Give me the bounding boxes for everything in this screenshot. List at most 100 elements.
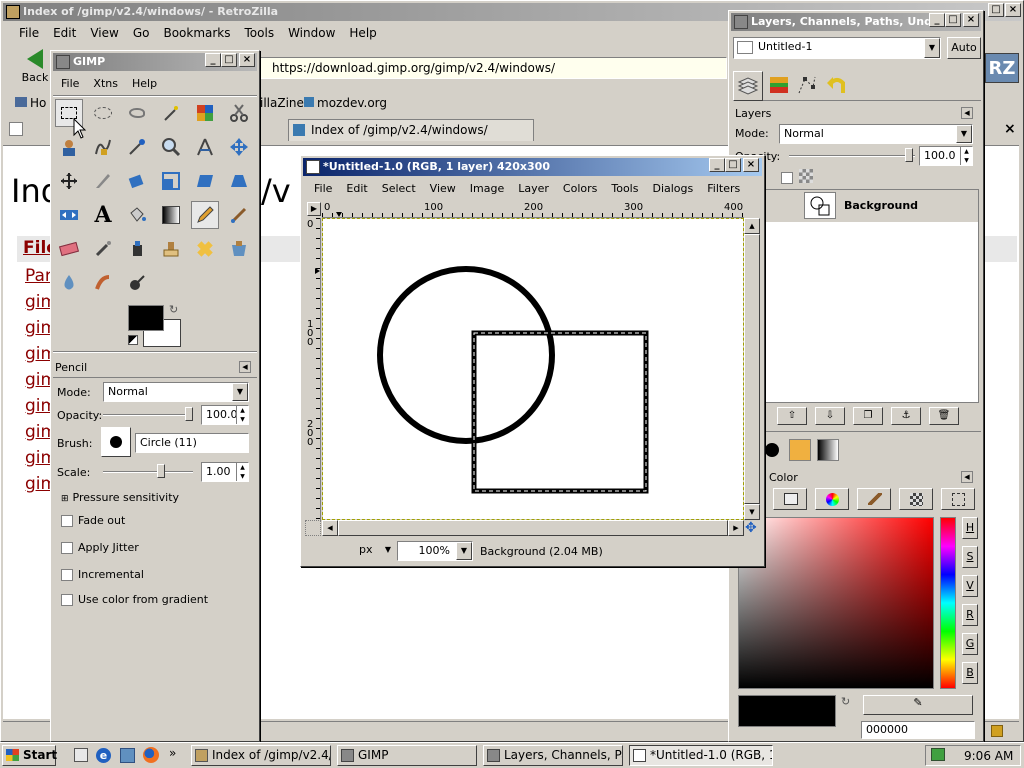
toolbox-minimize-button[interactable]: _ [205,53,221,67]
airbrush-tool[interactable] [89,235,117,263]
crop-tool[interactable] [89,167,117,195]
brush-tab-icon[interactable] [765,443,779,457]
link-parent[interactable]: Par [25,266,52,286]
toolbox-menu-help[interactable]: Help [132,77,157,90]
pencil-tool[interactable] [191,201,219,229]
smudge-tool[interactable] [89,269,117,297]
gradient-tab-icon[interactable] [817,439,839,461]
color-picker-tool[interactable] [123,133,151,161]
url-bar[interactable]: https://download.gimp.org/gimp/v2.4/wind… [255,57,727,79]
paintbrush-tool[interactable] [225,201,253,229]
scale-tool[interactable] [157,167,185,195]
channel-b-button[interactable]: B [962,662,978,684]
perspective-tool[interactable] [225,167,253,195]
move-tool[interactable] [225,133,253,161]
browser-menu-help[interactable]: Help [349,26,376,40]
layer-mode-select[interactable]: Normal ▼ [779,124,973,144]
layer-row-background[interactable]: Background [734,190,978,222]
free-select-tool[interactable] [123,99,151,127]
browser-menu-window[interactable]: Window [288,26,335,40]
heal-tool[interactable] [191,235,219,263]
toolbox-maximize-button[interactable]: □ [221,53,237,67]
tab-layers[interactable] [733,71,763,101]
scissors-tool[interactable] [225,99,253,127]
task-layers[interactable]: Layers, Channels, Pat... [483,745,623,766]
new-tab-icon[interactable] [9,122,23,136]
incremental-checkbox[interactable] [61,569,73,581]
hex-color-field[interactable]: 000000 [861,721,975,739]
tool-options-menu-button[interactable]: ◀ [239,361,251,373]
image-menu-file[interactable]: File [314,182,332,195]
image-maximize-button[interactable]: □ [725,158,741,172]
color-menu-button[interactable]: ◀ [961,471,973,483]
color-wheel-button[interactable] [815,488,849,510]
image-menu-filters[interactable]: Filters [707,182,740,195]
layers-close-button[interactable]: × [963,13,979,27]
layers-menu-button[interactable]: ◀ [961,107,973,119]
browser-menu-edit[interactable]: Edit [53,26,76,40]
measure-tool[interactable] [191,133,219,161]
opacity-spinbox[interactable]: 100.0 ▲ ▼ [201,405,249,425]
zoom-combo[interactable]: 100% ▼ [397,541,473,561]
toolbox-menu-file[interactable]: File [61,77,79,90]
cmyk-button[interactable] [941,488,975,510]
zoom-tool[interactable] [157,133,185,161]
layers-minimize-button[interactable]: _ [929,13,945,27]
flip-tool[interactable] [55,201,83,229]
anchor-layer-button[interactable]: ⚓ [891,407,921,425]
color-picker-button[interactable]: ✎ [863,695,973,715]
image-minimize-button[interactable]: _ [709,158,725,172]
palette-button[interactable] [899,488,933,510]
layers-maximize-button[interactable]: □ [945,13,961,27]
tab-undo-history[interactable] [823,71,853,101]
channel-s-button[interactable]: S [962,546,978,568]
mode-select[interactable]: Normal ▼ [103,382,249,402]
task-gimp[interactable]: GIMP [337,745,477,766]
browser-menu-bookmarks[interactable]: Bookmarks [163,26,230,40]
color-from-gradient-checkbox[interactable] [61,594,73,606]
browser-menu-view[interactable]: View [90,26,118,40]
raise-layer-button[interactable]: ⇧ [777,407,807,425]
select-by-color-tool[interactable] [191,99,219,127]
scale-slider[interactable] [103,471,193,473]
browser-tab[interactable]: Index of /gimp/v2.4/windows/ [288,119,534,141]
browser-menu-tools[interactable]: Tools [245,26,275,40]
layer-opacity-slider-handle[interactable] [905,148,913,162]
scroll-down-button[interactable]: ▼ [744,504,760,520]
quicklaunch-firefox-icon[interactable] [143,747,159,763]
duplicate-layer-button[interactable]: ❐ [853,407,883,425]
channel-r-button[interactable]: R [962,604,978,626]
quicklaunch-desktop-icon[interactable] [74,748,88,762]
spin-arrows-icon[interactable]: ▲ ▼ [236,463,248,481]
vertical-scrollbar[interactable]: ▲ ▼ [744,218,760,520]
network-tray-icon[interactable] [931,748,945,761]
color-scales-button[interactable] [773,488,807,510]
bookmark-mozillazine[interactable]: illaZine [260,96,304,110]
brush-preview-button[interactable] [101,427,131,457]
delete-layer-button[interactable]: 🗑 [929,407,959,425]
channel-h-button[interactable]: H [962,517,978,539]
blend-tool[interactable] [157,201,185,229]
image-select-combo[interactable]: Untitled-1 ▼ [733,37,941,59]
browser-menu-go[interactable]: Go [133,26,150,40]
opacity-slider-handle[interactable] [185,407,193,421]
eraser-tool[interactable] [55,235,83,263]
image-menu-tools[interactable]: Tools [611,182,638,195]
clone-tool[interactable] [157,235,185,263]
image-menu-edit[interactable]: Edit [346,182,367,195]
toolbox-close-button[interactable]: × [239,53,255,67]
browser-close-button[interactable]: × [1005,3,1021,17]
rotate-tool[interactable] [123,167,151,195]
quicklaunch-network-icon[interactable] [120,748,135,763]
foreground-color-swatch[interactable] [128,305,164,331]
image-menu-dialogs[interactable]: Dialogs [652,182,693,195]
watercolor-button[interactable] [857,488,891,510]
vertical-ruler[interactable]: 0 1 0 0 2 0 0 [305,218,321,520]
image-menu-view[interactable]: View [430,182,456,195]
shear-tool[interactable] [191,167,219,195]
image-canvas[interactable] [322,218,744,520]
align-tool[interactable] [55,167,83,195]
color-selector-area[interactable] [738,517,934,689]
hue-strip[interactable] [940,517,956,689]
spin-arrows-icon[interactable]: ▲ ▼ [960,147,972,165]
